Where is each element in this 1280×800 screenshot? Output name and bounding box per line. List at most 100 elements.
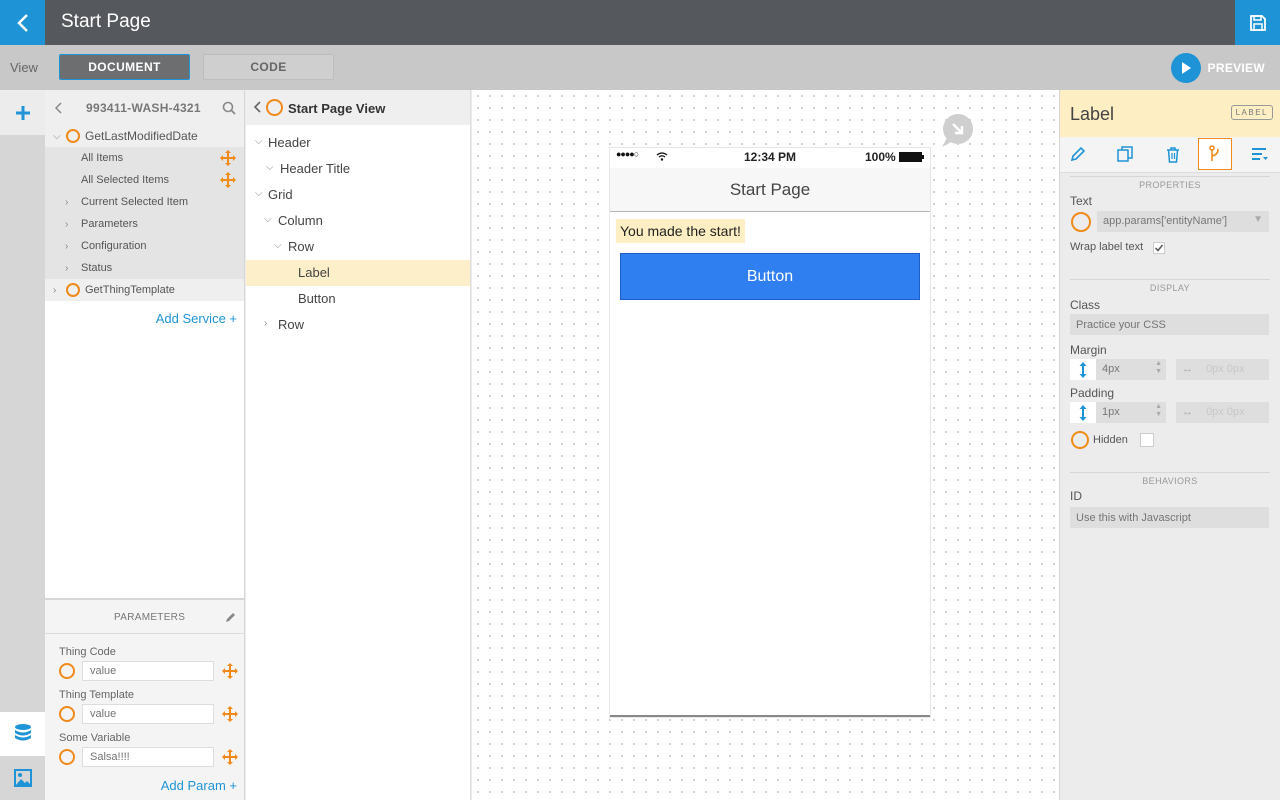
service-output-item[interactable]: All Items bbox=[45, 147, 244, 169]
signal-icon: ●●●●○ bbox=[616, 149, 639, 159]
copy-icon bbox=[1117, 146, 1133, 162]
selected-label-widget[interactable]: You made the start! bbox=[616, 219, 745, 243]
check-icon bbox=[1153, 242, 1165, 254]
tree-node[interactable]: ⌵ Column bbox=[246, 208, 470, 234]
resize-icon[interactable] bbox=[939, 114, 975, 150]
edit-button[interactable] bbox=[1061, 138, 1095, 170]
wifi-icon bbox=[656, 152, 668, 161]
tab-document[interactable]: DOCUMENT bbox=[59, 54, 190, 80]
drag-icon[interactable] bbox=[222, 706, 238, 722]
battery-percent: 100% bbox=[865, 150, 896, 164]
parameters-header: PARAMETERS bbox=[45, 600, 245, 634]
service-output-item[interactable]: › Status bbox=[45, 257, 244, 279]
stepper-icon: ▲ ▼ bbox=[1155, 360, 1162, 375]
binding-icon[interactable] bbox=[66, 129, 80, 143]
add-service-link[interactable]: Add Service + bbox=[156, 311, 237, 326]
param-label: Some Variable bbox=[59, 732, 131, 744]
service-item[interactable]: › GetThingTemplate bbox=[45, 279, 244, 301]
properties-section-title: PROPERTIES bbox=[1070, 176, 1270, 190]
binding-button[interactable] bbox=[1198, 138, 1232, 170]
preview-label: PREVIEW bbox=[1207, 61, 1265, 75]
back-button[interactable] bbox=[0, 0, 45, 45]
add-param-link[interactable]: Add Param + bbox=[161, 778, 237, 793]
binding-icon[interactable] bbox=[59, 706, 75, 722]
some-variable-input[interactable] bbox=[82, 747, 214, 767]
id-label: ID bbox=[1070, 489, 1082, 503]
phone-preview: ●●●●○ 12:34 PM 100% Start Page You made … bbox=[610, 148, 930, 717]
phone-button-widget[interactable]: Button bbox=[620, 253, 920, 300]
delete-button[interactable] bbox=[1156, 138, 1190, 170]
hidden-checkbox[interactable] bbox=[1140, 433, 1154, 447]
param-label: Thing Code bbox=[59, 646, 116, 658]
param-label: Thing Template bbox=[59, 689, 135, 701]
binding-icon[interactable] bbox=[266, 99, 283, 116]
align-button[interactable] bbox=[1243, 138, 1277, 170]
chevron-down-icon: ⌵ bbox=[53, 130, 61, 142]
thing-template-input[interactable] bbox=[82, 704, 214, 724]
phone-header[interactable]: Start Page bbox=[610, 168, 930, 212]
margin-horizontal-input[interactable]: ↔ 0px 0px bbox=[1176, 359, 1269, 380]
drag-icon[interactable] bbox=[222, 663, 238, 679]
binding-icon[interactable] bbox=[59, 663, 75, 679]
service-output-item[interactable]: › Parameters bbox=[45, 213, 244, 235]
pencil-icon[interactable] bbox=[225, 612, 236, 623]
vertical-arrows-icon bbox=[1070, 359, 1096, 380]
chevron-down-icon: ⌵ bbox=[274, 240, 282, 251]
design-canvas[interactable]: ●●●●○ 12:34 PM 100% Start Page You made … bbox=[472, 90, 1059, 800]
media-button[interactable] bbox=[0, 756, 45, 800]
chevron-left-icon[interactable] bbox=[254, 101, 262, 113]
search-icon[interactable] bbox=[222, 101, 236, 115]
padding-vertical-input[interactable]: 1px ▲ ▼ bbox=[1096, 402, 1166, 423]
wrap-label: Wrap label text bbox=[1070, 241, 1144, 253]
chevron-down-icon: ⌵ bbox=[255, 188, 263, 199]
class-input[interactable] bbox=[1070, 314, 1269, 335]
tree-node[interactable]: ⌵ Header Title bbox=[246, 156, 470, 182]
tree-node[interactable]: ⌵ Header bbox=[246, 130, 470, 156]
binding-icon[interactable] bbox=[1071, 212, 1091, 232]
class-label: Class bbox=[1070, 298, 1101, 312]
tree-node-selected[interactable]: Label bbox=[246, 260, 470, 286]
padding-horizontal-input[interactable]: ↔ 0px 0px bbox=[1176, 402, 1269, 423]
add-button[interactable] bbox=[0, 90, 45, 135]
service-output-item[interactable]: › Current Selected Item bbox=[45, 191, 244, 213]
tree-node[interactable]: ⌵ Grid bbox=[246, 182, 470, 208]
properties-toolbar bbox=[1060, 137, 1280, 173]
binding-icon[interactable] bbox=[59, 749, 75, 765]
save-button[interactable] bbox=[1235, 0, 1280, 45]
service-item[interactable]: ⌵ GetLastModifiedDate bbox=[45, 125, 244, 147]
behaviors-section-title: BEHAVIORS bbox=[1070, 472, 1270, 486]
page-title: Start Page bbox=[61, 11, 151, 32]
drag-icon[interactable] bbox=[222, 749, 238, 765]
display-section-title: DISPLAY bbox=[1070, 279, 1270, 293]
tree-node[interactable]: › Row bbox=[246, 312, 470, 338]
status-time: 12:34 PM bbox=[744, 150, 797, 164]
preview-button[interactable]: PREVIEW bbox=[1170, 53, 1265, 83]
service-output-item[interactable]: All Selected Items bbox=[45, 169, 244, 191]
chevron-right-icon: › bbox=[65, 196, 69, 208]
thing-code-input[interactable] bbox=[82, 661, 214, 681]
tree-node[interactable]: Button bbox=[246, 286, 470, 312]
data-button[interactable] bbox=[0, 712, 45, 756]
tree-node[interactable]: ⌵ Row bbox=[246, 234, 470, 260]
properties-title: Label bbox=[1070, 104, 1115, 124]
id-input[interactable] bbox=[1070, 507, 1269, 528]
drag-icon[interactable] bbox=[220, 172, 236, 188]
service-output-item[interactable]: › Configuration bbox=[45, 235, 244, 257]
binding-icon[interactable] bbox=[66, 283, 80, 297]
tree-title: Start Page View bbox=[288, 101, 386, 116]
chevron-left-icon bbox=[16, 13, 28, 32]
margin-vertical-input[interactable]: 4px ▲ ▼ bbox=[1096, 359, 1166, 380]
chevron-right-icon: › bbox=[65, 262, 69, 274]
binding-icon[interactable] bbox=[1071, 431, 1089, 449]
chevron-right-icon: › bbox=[264, 318, 268, 329]
duplicate-button[interactable] bbox=[1108, 138, 1142, 170]
wrap-checkbox[interactable] bbox=[1152, 241, 1166, 255]
chevron-down-icon: ⌵ bbox=[255, 136, 263, 147]
chevron-left-icon[interactable] bbox=[55, 102, 63, 114]
drag-icon[interactable] bbox=[220, 150, 236, 166]
text-value-select[interactable]: app.params['entityName'] ▼ bbox=[1097, 211, 1269, 232]
services-panel: 993411-WASH-4321 ⌵ GetLastModifiedDate A… bbox=[45, 90, 245, 600]
properties-panel: Label LABEL PROPERTIES Text app.params['… bbox=[1059, 90, 1280, 800]
tab-code[interactable]: CODE bbox=[203, 54, 334, 80]
parameters-panel: PARAMETERS Thing Code Thing Template Som… bbox=[45, 598, 245, 800]
